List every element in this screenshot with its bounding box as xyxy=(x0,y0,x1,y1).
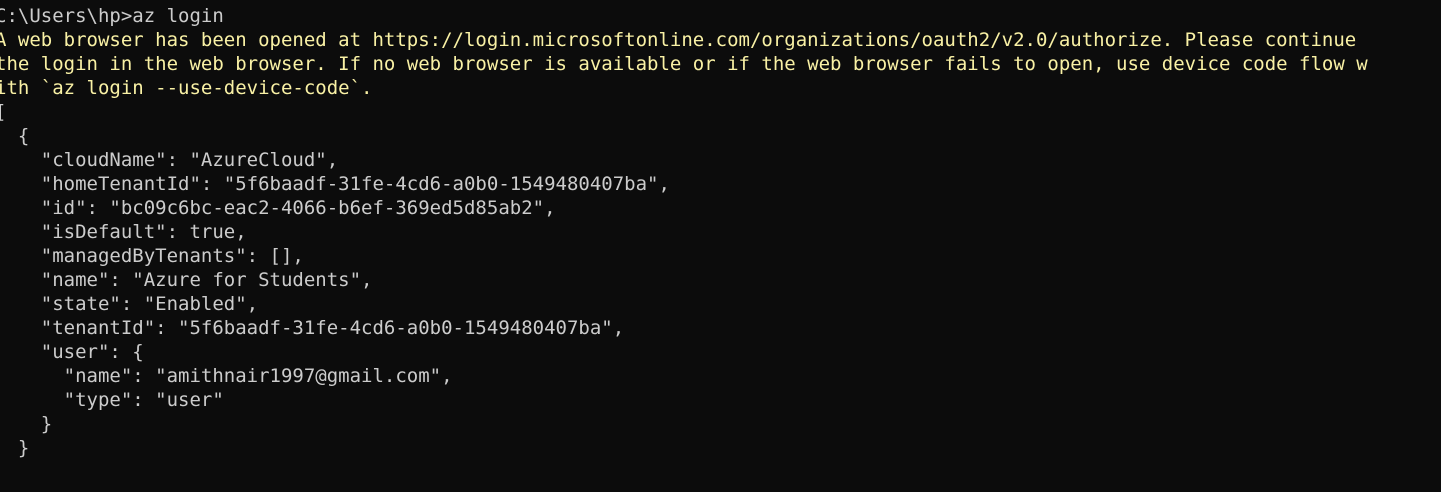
warning-line: ith `az login --use-device-code`. xyxy=(0,77,373,99)
output-line: { xyxy=(17,125,30,147)
output-line: "type": "user" xyxy=(0,389,224,411)
output-line: "cloudName": "AzureCloud", xyxy=(0,149,339,171)
output-line: "name": "Azure for Students", xyxy=(0,269,373,291)
output-line: "state": "Enabled", xyxy=(0,293,259,315)
output-line: "homeTenantId": "5f6baadf-31fe-4cd6-a0b0… xyxy=(0,173,670,195)
terminal-window[interactable]: C:\Users\hp>az login A web browser has b… xyxy=(0,0,1441,492)
output-line: "user": { xyxy=(0,341,144,363)
output-line: } xyxy=(0,413,53,435)
output-line: "id": "bc09c6bc-eac2-4066-b6ef-369ed5d85… xyxy=(0,197,556,219)
warning-line: the login in the web browser. If no web … xyxy=(0,53,1368,75)
warning-line: A web browser has been opened at https:/… xyxy=(0,29,1357,51)
output-line: } xyxy=(17,437,30,459)
output-line: "tenantId": "5f6baadf-31fe-4cd6-a0b0-154… xyxy=(0,317,625,339)
command-prompt-line: C:\Users\hp>az login xyxy=(0,5,224,27)
output-line: "name": "amithnair1997@gmail.com", xyxy=(0,365,453,387)
output-line: [ xyxy=(0,100,6,124)
output-line: "managedByTenants": [], xyxy=(0,245,304,267)
output-line: "isDefault": true, xyxy=(0,221,247,243)
